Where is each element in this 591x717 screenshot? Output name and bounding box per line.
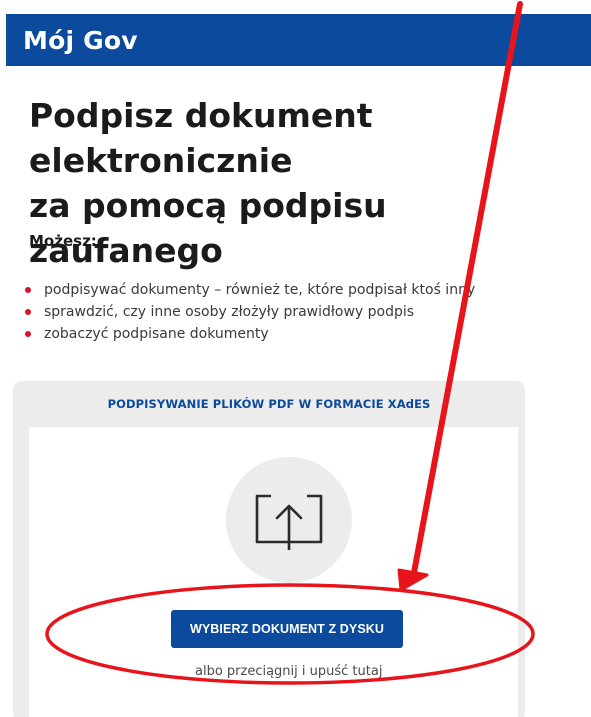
- page: Mój Gov Podpisz dokument elektronicznie …: [0, 0, 591, 717]
- page-title-line-2: za pomocą podpisu zaufanego: [29, 186, 387, 270]
- app-title[interactable]: Mój Gov: [6, 26, 138, 55]
- feature-text: podpisywać dokumenty – również te, które…: [44, 282, 476, 298]
- upload-card-header: PODPISYWANIE PLIKÓW PDF W FORMACIE XAdES: [107, 397, 431, 411]
- feature-text: zobaczyć podpisane dokumenty: [44, 326, 269, 342]
- page-title-line-1: Podpisz dokument elektronicznie: [29, 96, 373, 180]
- drop-hint: albo przeciągnij i upuść tutaj: [195, 664, 383, 679]
- header-bar: Mój Gov: [6, 14, 591, 66]
- top-edge: [0, 0, 591, 12]
- upload-arrow-icon: [255, 494, 323, 550]
- can-label: Możesz:: [29, 232, 97, 250]
- upload-icon-circle: [226, 457, 352, 583]
- choose-document-button[interactable]: WYBIERZ DOKUMENT Z DYSKU: [171, 610, 403, 648]
- upload-card: PODPISYWANIE PLIKÓW PDF W FORMACIE XAdES…: [13, 381, 525, 717]
- page-title: Podpisz dokument elektronicznie za pomoc…: [29, 93, 589, 273]
- feature-text: sprawdzić, czy inne osoby złożyły prawid…: [44, 304, 415, 320]
- bullet-dot-icon: [25, 331, 31, 337]
- feature-list-item: podpisywać dokumenty – również te, które…: [22, 279, 475, 301]
- feature-list: podpisywać dokumenty – również te, które…: [22, 279, 475, 345]
- drop-zone[interactable]: WYBIERZ DOKUMENT Z DYSKU albo przeciągni…: [29, 427, 518, 717]
- feature-list-item: zobaczyć podpisane dokumenty: [22, 323, 475, 345]
- feature-list-item: sprawdzić, czy inne osoby złożyły prawid…: [22, 301, 475, 323]
- bullet-dot-icon: [25, 309, 31, 315]
- bullet-dot-icon: [25, 287, 31, 293]
